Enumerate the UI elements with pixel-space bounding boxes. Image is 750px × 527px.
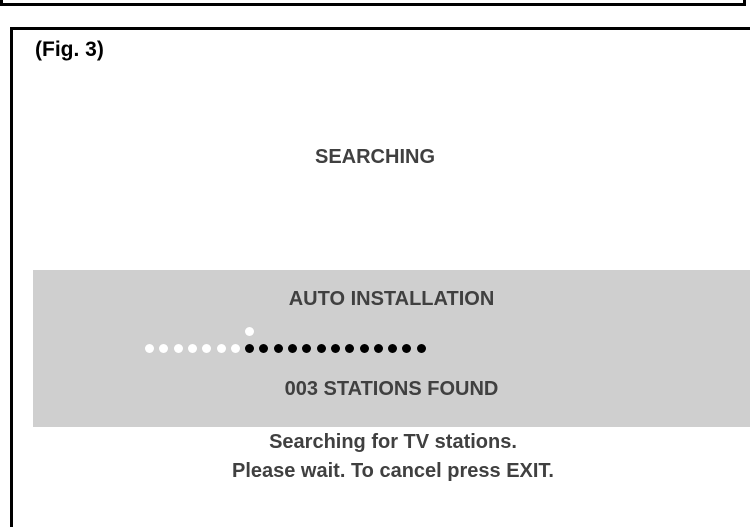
progress-dot-complete: [159, 344, 169, 353]
progress-dot-pending: [273, 344, 283, 353]
progress-marker-dot: [245, 327, 255, 336]
auto-installation-panel: AUTO INSTALLATION 003 STATIONS FOUND: [33, 270, 750, 427]
status-heading: SEARCHING: [314, 146, 435, 168]
progress-dot-complete: [202, 344, 212, 353]
progress-dot-pending: [288, 344, 297, 353]
progress-dot-pending: [373, 344, 383, 353]
progress-dot-pending: [302, 344, 312, 353]
progress-dot-pending: [330, 344, 340, 353]
search-progress-indicator: [33, 270, 750, 427]
progress-dot-pending: [402, 344, 412, 353]
progress-dot-complete: [230, 344, 240, 353]
progress-dot-pending: [345, 344, 355, 353]
progress-dot-complete: [216, 344, 226, 353]
progress-dot-pending: [245, 344, 255, 353]
progress-dot-pending: [259, 344, 269, 353]
progress-dot-complete: [145, 344, 154, 353]
progress-dot-pending: [316, 344, 326, 353]
progress-dot-pending: [359, 344, 369, 353]
figure-label: (Fig. 3): [35, 38, 104, 61]
progress-dot-complete: [173, 344, 183, 353]
stations-found-count: 003 STATIONS FOUND: [284, 378, 499, 400]
previous-figure-frame: [0, 0, 746, 6]
progress-dot-pending: [416, 344, 426, 353]
progress-dot-complete: [187, 344, 197, 353]
help-text-line-1: Searching for TV stations.: [269, 431, 517, 453]
help-text-line-2: Please wait. To cancel press EXIT.: [231, 460, 554, 482]
progress-dot-pending: [388, 344, 398, 353]
